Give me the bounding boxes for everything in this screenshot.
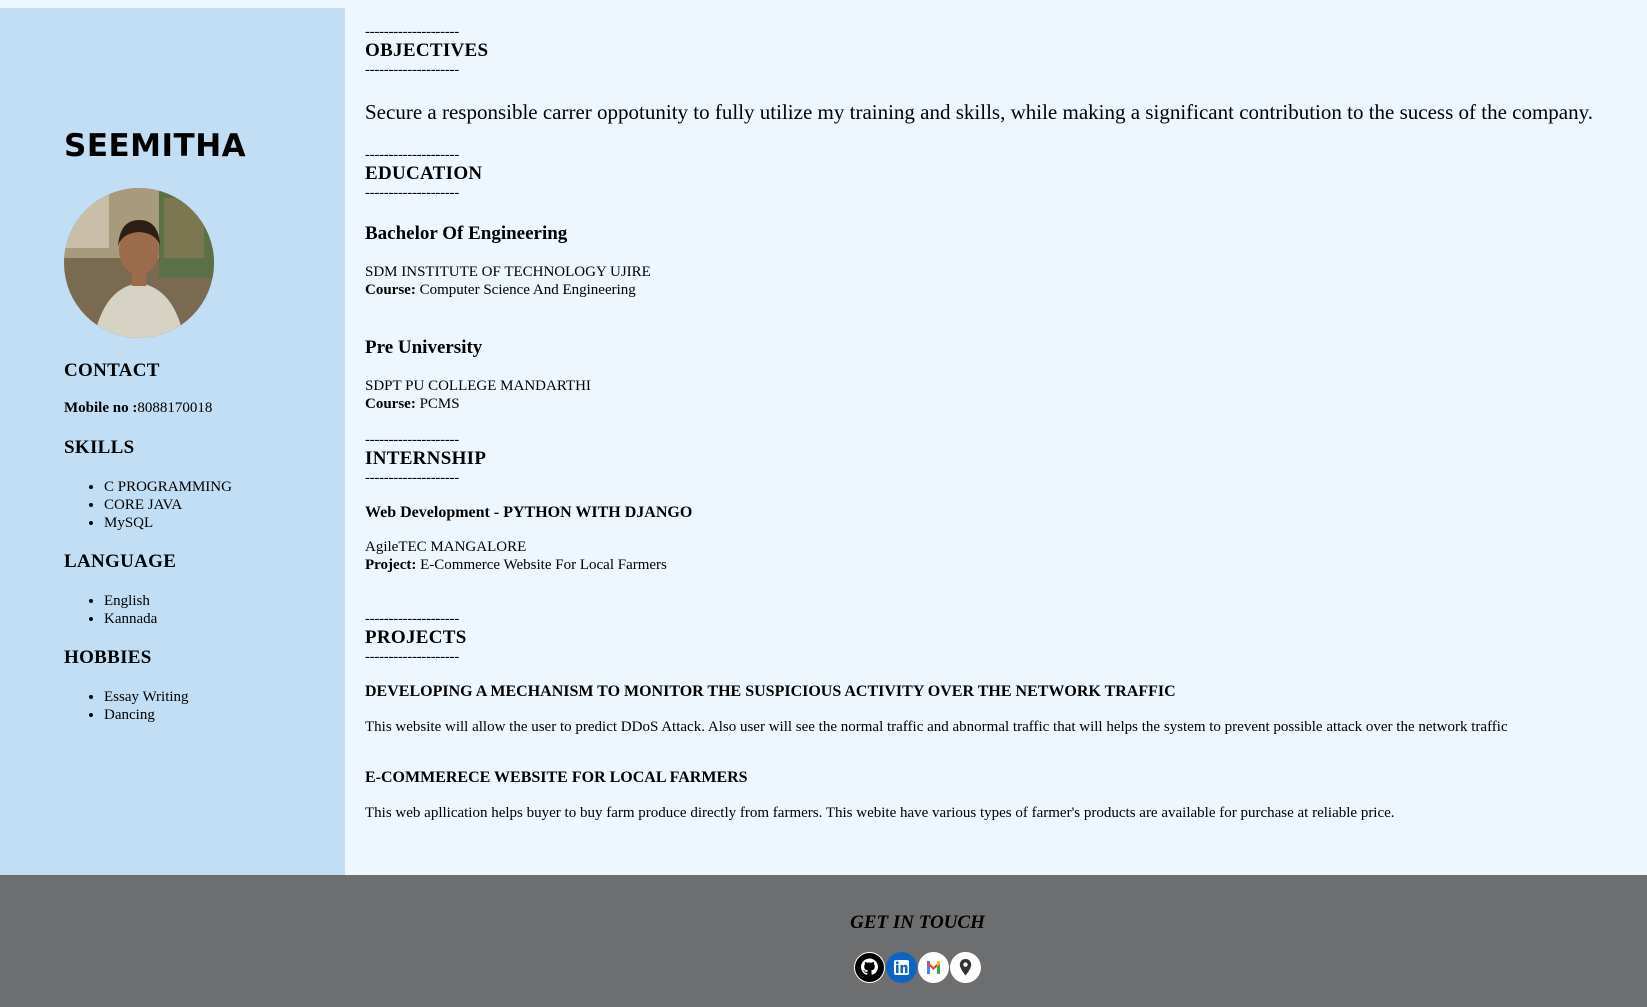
project-title: E-COMMERECE WEBSITE FOR LOCAL FARMERS bbox=[365, 769, 748, 786]
avatar bbox=[64, 188, 214, 338]
skills-list: C PROGRAMMING CORE JAVA MySQL bbox=[64, 478, 232, 532]
contact-heading: CONTACT bbox=[64, 360, 160, 381]
list-item: English bbox=[104, 592, 157, 610]
objective-text: Secure a responsible carrer oppotunity t… bbox=[365, 100, 1594, 124]
project-label: Project: bbox=[365, 557, 417, 573]
skills-heading: SKILLS bbox=[64, 437, 135, 458]
divider: -------------------- bbox=[365, 185, 459, 201]
list-item: Essay Writing bbox=[104, 688, 189, 706]
language-list: English Kannada bbox=[64, 592, 157, 628]
education-institute: SDM INSTITUTE OF TECHNOLOGY UJIRE bbox=[365, 264, 651, 280]
internship-project: Project: E-Commerce Website For Local Fa… bbox=[365, 556, 667, 574]
course-label: Course: bbox=[365, 396, 416, 412]
list-item: C PROGRAMMING bbox=[104, 478, 232, 496]
mobile-value: 8088170018 bbox=[137, 400, 213, 416]
internship-title: Web Development - PYTHON WITH DJANGO bbox=[365, 504, 693, 521]
divider: -------------------- bbox=[365, 611, 459, 627]
divider: -------------------- bbox=[365, 62, 459, 78]
education-course: Course: PCMS bbox=[365, 395, 460, 413]
divider: -------------------- bbox=[365, 432, 459, 448]
internship-heading: INTERNSHIP bbox=[365, 448, 487, 469]
list-item: MySQL bbox=[104, 514, 232, 532]
objectives-heading: OBJECTIVES bbox=[365, 40, 489, 61]
mobile-line: Mobile no :8088170018 bbox=[64, 400, 212, 417]
projects-heading: PROJECTS bbox=[365, 627, 467, 648]
education-course: Course: Computer Science And Engineering bbox=[365, 281, 636, 299]
top-strip bbox=[0, 0, 1647, 8]
divider: -------------------- bbox=[365, 649, 459, 665]
list-item: Kannada bbox=[104, 610, 157, 628]
github-icon[interactable] bbox=[854, 952, 885, 983]
hobbies-list: Essay Writing Dancing bbox=[64, 688, 189, 724]
education-heading: EDUCATION bbox=[365, 163, 483, 184]
sidebar: SEEMITHA CONTACT Mobile no :8088170018 S… bbox=[0, 8, 345, 875]
course-label: Course: bbox=[365, 282, 416, 298]
course-value: PCMS bbox=[415, 396, 460, 412]
education-institute: SDPT PU COLLEGE MANDARTHI bbox=[365, 378, 591, 394]
education-title: Bachelor Of Engineering bbox=[365, 223, 568, 244]
list-item: CORE JAVA bbox=[104, 496, 232, 514]
education-title: Pre University bbox=[365, 337, 483, 358]
project-description: This website will allow the user to pred… bbox=[365, 719, 1508, 735]
project-title: DEVELOPING A MECHANISM TO MONITOR THE SU… bbox=[365, 683, 1176, 700]
social-links bbox=[854, 952, 981, 983]
language-heading: LANGUAGE bbox=[64, 551, 177, 572]
project-value: E-Commerce Website For Local Farmers bbox=[416, 557, 667, 573]
list-item: Dancing bbox=[104, 706, 189, 724]
course-value: Computer Science And Engineering bbox=[415, 282, 636, 298]
internship-company: AgileTEC MANGALORE bbox=[365, 539, 527, 555]
linkedin-icon[interactable] bbox=[886, 952, 917, 983]
footer-title: GET IN TOUCH bbox=[850, 912, 985, 933]
profile-name: SEEMITHA bbox=[64, 128, 247, 164]
map-pin-icon[interactable] bbox=[950, 952, 981, 983]
footer: GET IN TOUCH bbox=[0, 875, 1647, 1007]
project-description: This web apllication helps buyer to buy … bbox=[365, 805, 1395, 821]
divider: -------------------- bbox=[365, 470, 459, 486]
hobbies-heading: HOBBIES bbox=[64, 647, 152, 668]
gmail-icon[interactable] bbox=[918, 952, 949, 983]
divider: -------------------- bbox=[365, 24, 459, 40]
mobile-label: Mobile no : bbox=[64, 400, 138, 416]
divider: -------------------- bbox=[365, 147, 459, 163]
